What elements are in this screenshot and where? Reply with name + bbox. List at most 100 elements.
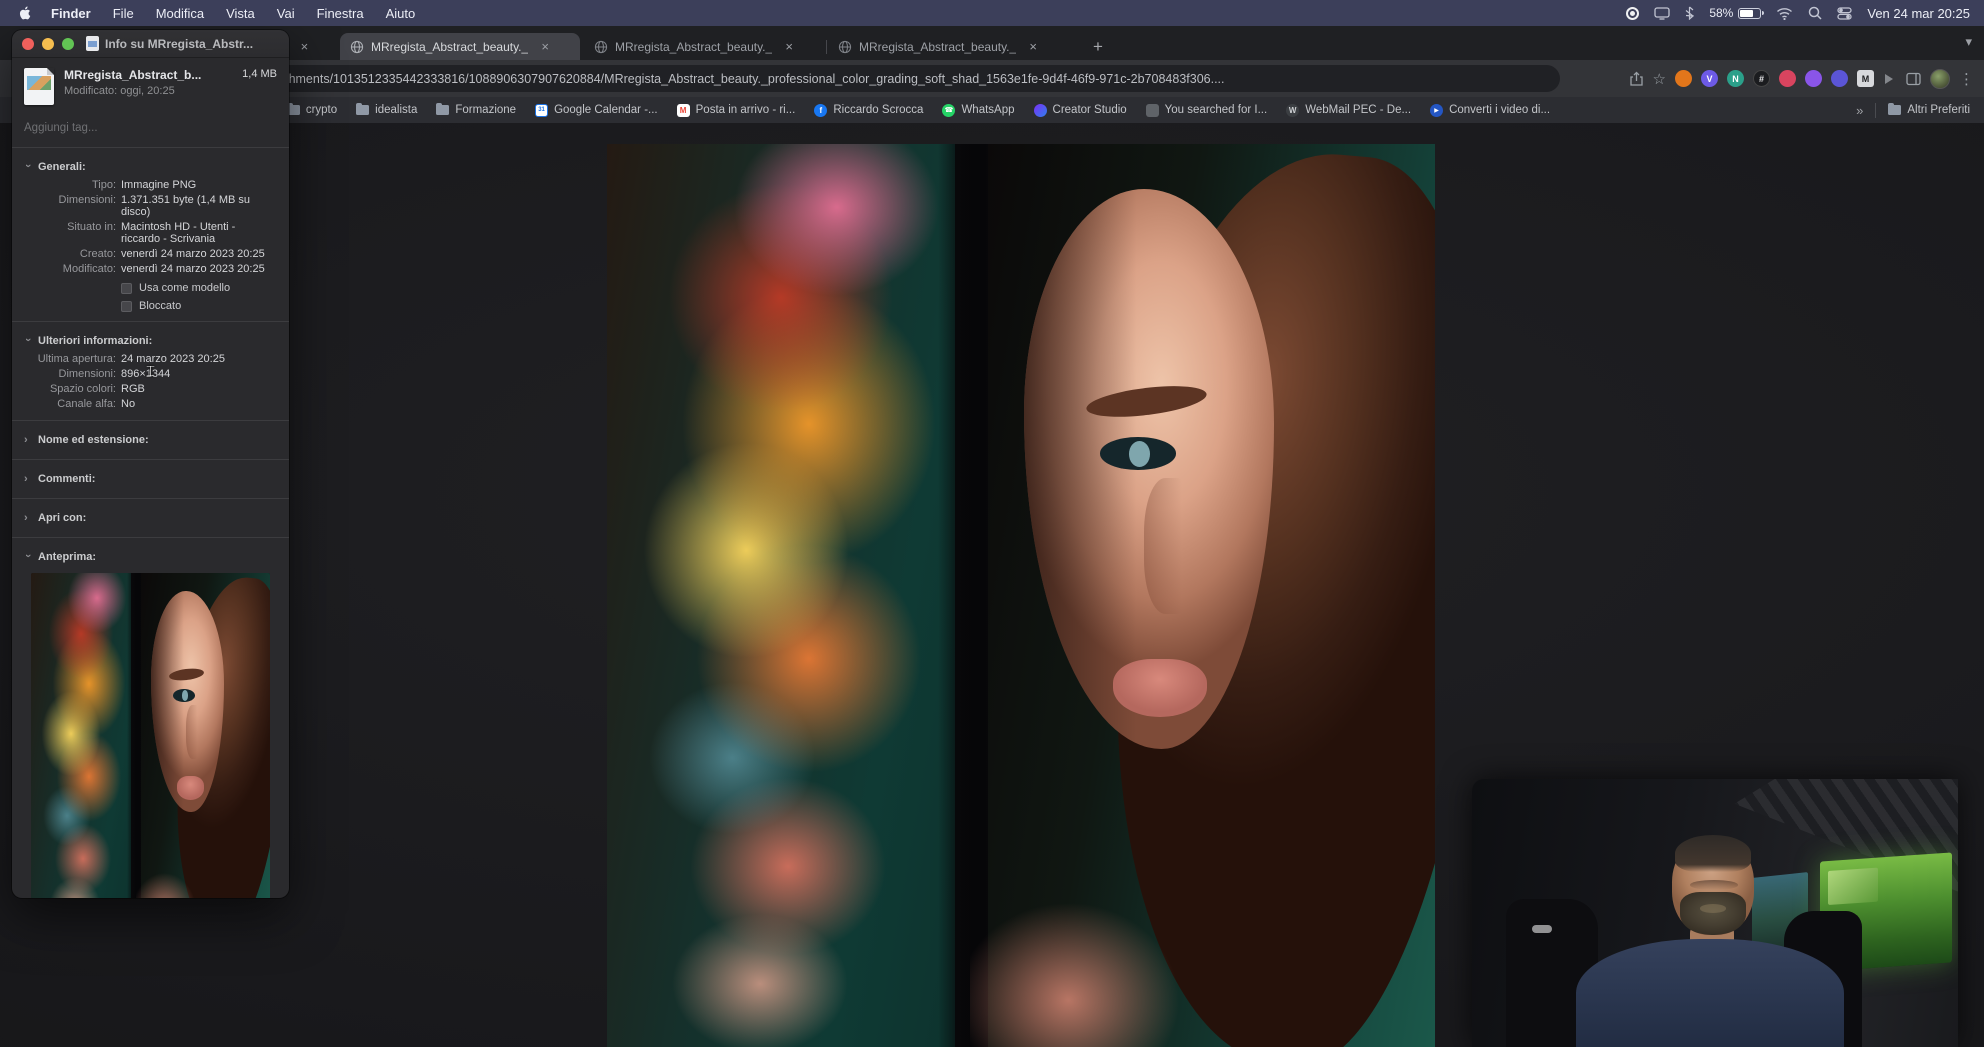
disclosure-chevron-icon[interactable]: › — [22, 338, 34, 346]
disclosure-chevron-icon[interactable]: › — [24, 512, 32, 524]
extension-icon[interactable]: M — [1857, 70, 1874, 87]
close-window-button[interactable] — [22, 37, 34, 50]
bluetooth-icon[interactable] — [1685, 6, 1695, 20]
new-tab-button[interactable]: + — [1086, 35, 1110, 59]
disclosure-chevron-icon[interactable]: › — [22, 164, 34, 172]
bookmark-item[interactable]: M Posta in arrivo - ri... — [676, 103, 796, 117]
info-window-titlebar[interactable]: Info su MRregista_Abstr... — [12, 30, 289, 58]
extension-icon[interactable] — [1675, 70, 1692, 87]
info-row: Canale alfa: No — [57, 397, 136, 410]
close-icon[interactable]: × — [296, 39, 312, 55]
mouse-cursor: ⌶ — [146, 362, 156, 380]
add-tags-field[interactable]: Aggiungi tag... — [24, 115, 277, 141]
extension-icon[interactable] — [1831, 70, 1848, 87]
section-header-more-info[interactable]: › Ulteriori informazioni: — [22, 331, 277, 351]
wifi-icon[interactable] — [1776, 7, 1793, 20]
section-open-with: › Apri con: — [12, 505, 289, 531]
section-header-name-extension[interactable]: › Nome ed estensione: — [24, 430, 277, 450]
menu-vista[interactable]: Vista — [226, 6, 255, 21]
battery-indicator[interactable]: 58% — [1709, 6, 1765, 20]
address-bar[interactable]: /attachments/1013512335442333816/1088906… — [244, 65, 1560, 92]
zoom-window-button[interactable] — [62, 37, 74, 50]
bookmark-label: Altri Preferiti — [1907, 104, 1970, 116]
close-icon[interactable]: × — [1025, 39, 1041, 55]
close-icon[interactable]: × — [781, 39, 797, 55]
bookmark-label: idealista — [375, 104, 418, 116]
apple-menu-icon[interactable] — [18, 5, 31, 21]
menu-aiuto[interactable]: Aiuto — [386, 6, 416, 21]
extension-icon[interactable]: V — [1701, 70, 1718, 87]
divider — [1875, 102, 1877, 118]
checkbox-row[interactable]: Bloccato — [121, 300, 277, 312]
menu-modifica[interactable]: Modifica — [156, 6, 204, 21]
tab-label: MRregista_Abstract_beauty._ — [371, 39, 529, 54]
section-header-general[interactable]: › Generali: — [22, 157, 277, 177]
menu-file[interactable]: File — [113, 6, 134, 21]
divider — [12, 321, 289, 322]
checkbox-locked[interactable] — [121, 300, 132, 312]
disclosure-chevron-icon[interactable]: › — [22, 554, 34, 562]
bookmark-folder[interactable]: idealista — [356, 103, 418, 116]
close-icon[interactable]: × — [537, 39, 553, 55]
section-preview: › Anteprima: — [12, 544, 289, 898]
extension-icon[interactable]: N — [1727, 70, 1744, 87]
display-icon[interactable] — [1654, 6, 1670, 20]
section-header-preview[interactable]: › Anteprima: — [22, 547, 277, 567]
presenter-head — [1672, 835, 1754, 935]
divider — [12, 459, 289, 460]
bookmark-folder[interactable]: Formazione — [436, 103, 517, 116]
bookmark-item[interactable]: W WebMail PEC - De... — [1286, 103, 1411, 117]
disclosure-chevron-icon[interactable]: › — [24, 473, 32, 485]
menu-finestra[interactable]: Finestra — [317, 6, 364, 21]
checkbox-row[interactable]: Usa come modello — [121, 282, 277, 294]
bookmark-item[interactable]: 31 Google Calendar -... — [535, 103, 658, 117]
browser-toolbar: /attachments/1013512335442333816/1088906… — [0, 60, 1984, 97]
bookmark-item[interactable]: Creator Studio — [1033, 103, 1127, 117]
minimize-window-button[interactable] — [42, 37, 54, 50]
menu-vai[interactable]: Vai — [277, 6, 295, 21]
info-row: Modificato: venerdì 24 marzo 2023 20:25 — [62, 262, 265, 275]
whatsapp-icon: ☎ — [942, 103, 956, 117]
extension-icon[interactable] — [1779, 70, 1796, 87]
profile-avatar[interactable] — [1930, 68, 1950, 89]
tab-search-chevron-icon[interactable]: ▾ — [1965, 34, 1972, 50]
checkbox-template[interactable] — [121, 282, 132, 294]
screen-recording-icon[interactable] — [1626, 6, 1640, 20]
bookmarks-bar: -UP crypto idealista Formazione 31 Googl… — [0, 97, 1984, 123]
extension-icon[interactable] — [1805, 70, 1822, 87]
bookmark-label: Creator Studio — [1052, 104, 1127, 116]
control-center-icon[interactable] — [1837, 6, 1853, 20]
folder-icon — [1888, 103, 1902, 115]
bookmark-item[interactable]: f Riccardo Scrocca — [814, 103, 923, 117]
bookmark-item[interactable]: ▶ Converti i video di... — [1430, 103, 1550, 117]
tab-2[interactable]: MRregista_Abstract_beauty._ × — [584, 33, 824, 60]
bookmark-label: Formazione — [455, 104, 517, 116]
browser-menu-icon[interactable]: ⋮ — [1959, 70, 1974, 88]
abstract-art-half — [607, 144, 955, 1047]
preview-thumbnail — [31, 573, 270, 898]
side-panel-icon[interactable] — [1906, 72, 1921, 86]
share-icon[interactable] — [1629, 71, 1644, 87]
bookmark-star-icon[interactable]: ☆ — [1653, 70, 1666, 88]
tab-1-active[interactable]: MRregista_Abstract_beauty._ × — [340, 33, 580, 60]
menu-clock[interactable]: Ven 24 mar 20:25 — [1867, 6, 1970, 21]
extension-icon[interactable]: # — [1753, 70, 1770, 87]
section-header-open-with[interactable]: › Apri con: — [24, 508, 277, 528]
eye — [1099, 437, 1176, 470]
bookmark-label: WhatsApp — [961, 104, 1015, 116]
section-header-comments[interactable]: › Commenti: — [24, 469, 277, 489]
bookmark-item[interactable]: You searched for I... — [1145, 103, 1267, 117]
collections-arrow-icon[interactable] — [1883, 72, 1897, 86]
battery-icon — [1738, 7, 1765, 19]
other-bookmarks-folder[interactable]: Altri Preferiti — [1888, 103, 1970, 116]
disclosure-chevron-icon[interactable]: › — [24, 434, 32, 446]
bookmark-folder[interactable]: crypto — [286, 103, 337, 116]
tab-3[interactable]: MRregista_Abstract_beauty._ × — [828, 33, 1068, 60]
divider — [12, 147, 289, 148]
bookmark-label: Posta in arrivo - ri... — [695, 104, 796, 116]
bookmarks-overflow-icon[interactable]: » — [1856, 103, 1863, 118]
bookmark-item[interactable]: ☎ WhatsApp — [942, 103, 1015, 117]
menu-finder[interactable]: Finder — [51, 6, 91, 21]
globe-icon — [594, 40, 608, 54]
spotlight-search-icon[interactable] — [1808, 6, 1822, 20]
